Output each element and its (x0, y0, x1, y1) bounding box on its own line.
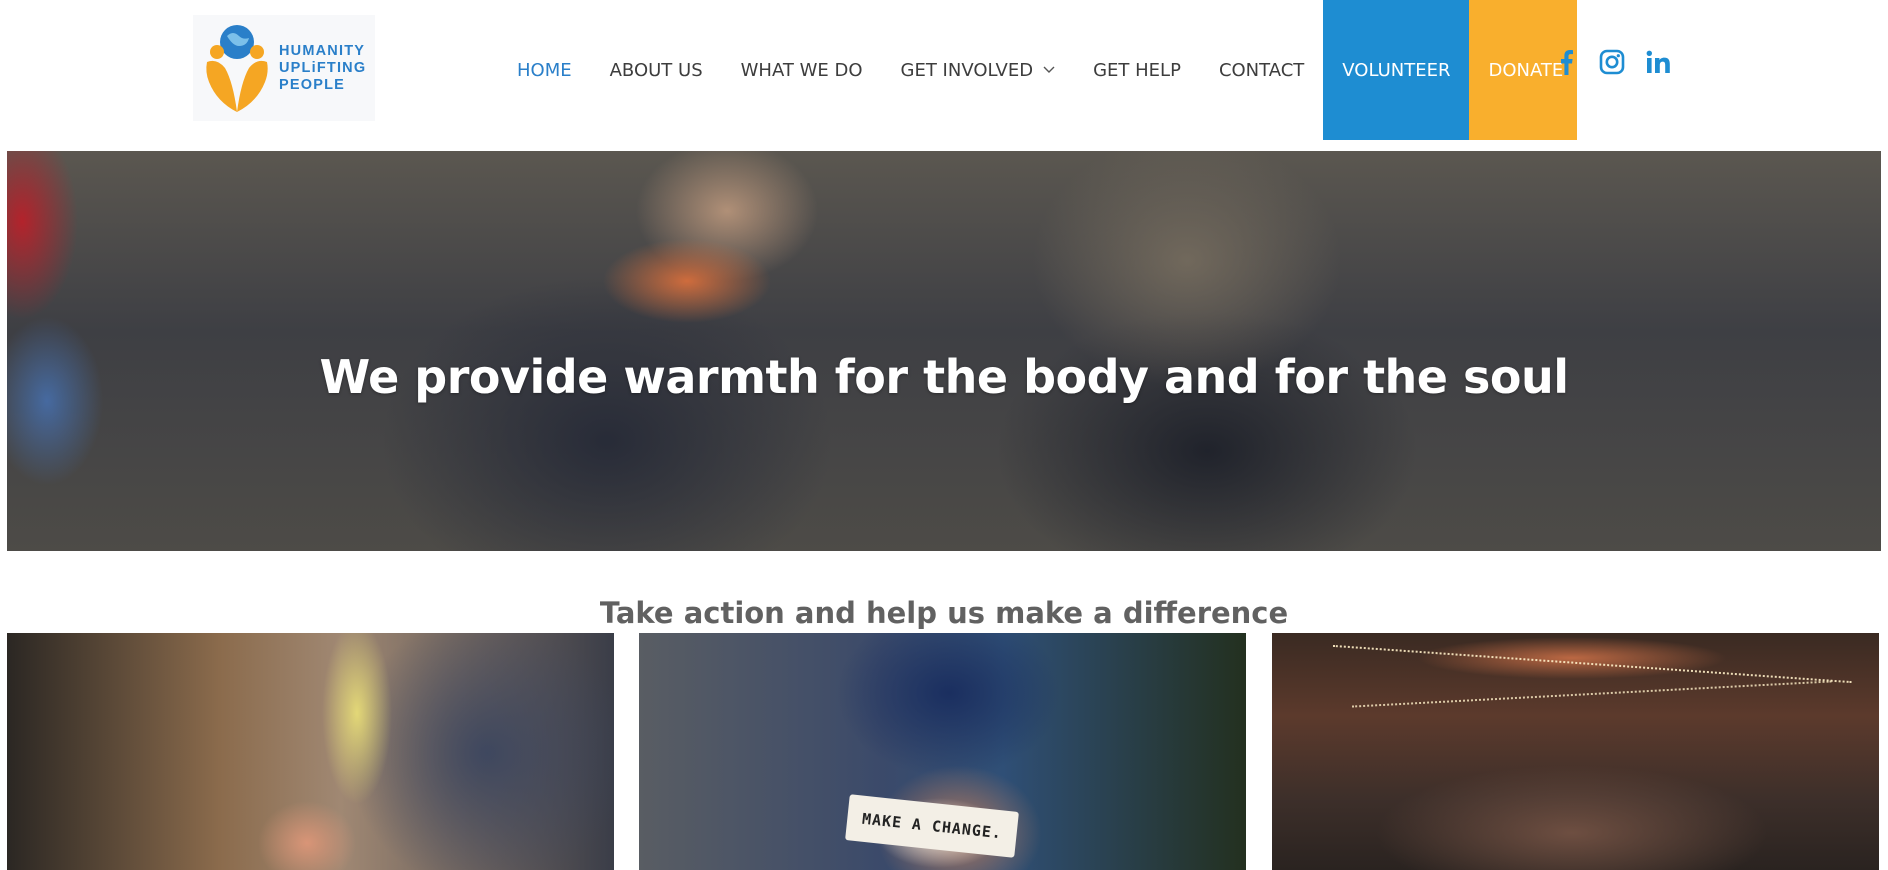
nav-contact[interactable]: CONTACT (1200, 0, 1323, 140)
nav-get-help[interactable]: GET HELP (1074, 0, 1200, 140)
instagram-icon[interactable] (1598, 48, 1626, 76)
string-lights (1352, 680, 1832, 714)
site-header: HUMANITY UPLiFTING PEOPLE HOME ABOUT US … (0, 0, 1888, 151)
social-links (1552, 48, 1672, 76)
action-card-make-a-change[interactable]: MAKE A CHANGE. (639, 633, 1246, 870)
logo-wordmark: HUMANITY UPLiFTING PEOPLE (279, 43, 366, 94)
chevron-down-icon (1043, 66, 1055, 74)
logo-icon (203, 22, 271, 114)
action-card-crowd[interactable] (1272, 633, 1879, 870)
action-card-high-five[interactable] (7, 633, 614, 870)
hero-banner: We provide warmth for the body and for t… (7, 151, 1881, 551)
section-subtitle: Take action and help us make a differenc… (599, 596, 1289, 631)
nav-what-we-do[interactable]: WHAT WE DO (722, 0, 882, 140)
nav-about-us[interactable]: ABOUT US (591, 0, 722, 140)
volunteer-button[interactable]: VOLUNTEER (1323, 0, 1470, 140)
nav-home[interactable]: HOME (498, 0, 591, 140)
nav-get-involved[interactable]: GET INVOLVED (882, 0, 1075, 140)
nav-get-involved-label: GET INVOLVED (900, 59, 1034, 81)
linkedin-icon[interactable] (1644, 48, 1672, 76)
logo-line-1: HUMANITY (279, 42, 366, 59)
make-a-change-note: MAKE A CHANGE. (845, 794, 1019, 858)
logo-line-3: PEOPLE (279, 76, 346, 93)
hero-title: We provide warmth for the body and for t… (319, 349, 1569, 404)
site-logo[interactable]: HUMANITY UPLiFTING PEOPLE (193, 15, 375, 121)
main-nav: HOME ABOUT US WHAT WE DO GET INVOLVED GE… (498, 0, 1578, 140)
facebook-icon[interactable] (1552, 48, 1580, 76)
logo-line-2: UPLiFTING (279, 59, 367, 76)
